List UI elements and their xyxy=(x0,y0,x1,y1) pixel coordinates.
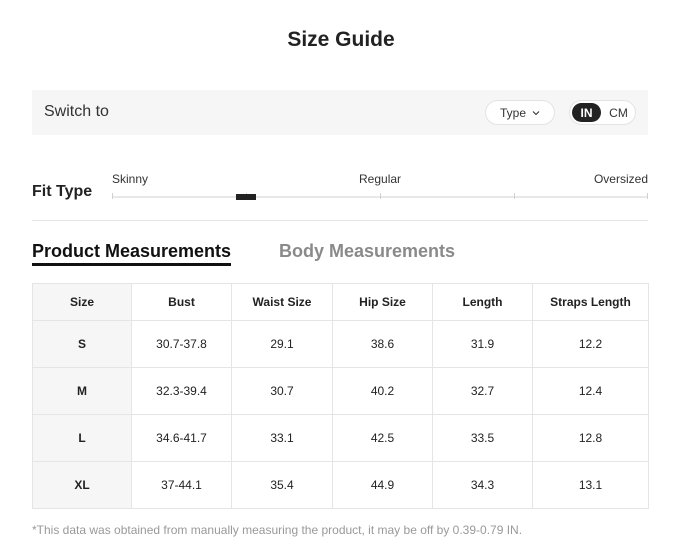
table-cell: 12.8 xyxy=(532,414,649,462)
fit-scale-tick xyxy=(112,193,113,199)
table-cell: 13.1 xyxy=(532,461,649,509)
table-cell: 38.6 xyxy=(332,320,433,368)
fit-scale-tick xyxy=(514,193,515,199)
table-cell: 37-44.1 xyxy=(131,461,232,509)
section-divider xyxy=(32,220,648,221)
table-row: M 32.3-39.4 30.7 40.2 32.7 12.4 xyxy=(32,367,649,415)
fit-scale-marker xyxy=(236,194,256,200)
table-cell: 40.2 xyxy=(332,367,433,415)
column-header: Size xyxy=(32,283,132,321)
type-dropdown[interactable]: Type xyxy=(485,100,555,125)
column-header: Length xyxy=(432,283,533,321)
tab-product-measurements[interactable]: Product Measurements xyxy=(32,241,231,262)
table-cell: 32.3-39.4 xyxy=(131,367,232,415)
table-cell: 30.7-37.8 xyxy=(131,320,232,368)
fit-scale-tick xyxy=(380,193,381,199)
measurement-footnote: *This data was obtained from manually me… xyxy=(32,523,523,537)
unit-toggle: IN CM xyxy=(569,100,636,125)
chevron-down-icon xyxy=(532,110,540,115)
column-header: Bust xyxy=(131,283,232,321)
column-header: Hip Size xyxy=(332,283,433,321)
unit-switch-bar: Switch to Type IN CM xyxy=(32,90,648,135)
unit-cm-button[interactable]: CM xyxy=(604,103,633,122)
column-header: Waist Size xyxy=(231,283,333,321)
size-cell: S xyxy=(32,320,132,368)
type-dropdown-label: Type xyxy=(499,105,526,120)
fit-option-regular: Regular xyxy=(359,172,402,186)
size-table: Size Bust Waist Size Hip Size Length Str… xyxy=(32,283,649,509)
fit-option-skinny: Skinny xyxy=(112,172,149,186)
size-cell: M xyxy=(32,367,132,415)
table-cell: 33.5 xyxy=(432,414,533,462)
switch-to-label: Switch to xyxy=(44,103,109,120)
active-tab-underline xyxy=(32,263,231,266)
column-header: Straps Length xyxy=(532,283,649,321)
table-row: XL 37-44.1 35.4 44.9 34.3 13.1 xyxy=(32,461,649,509)
table-cell: 35.4 xyxy=(231,461,333,509)
table-cell: 32.7 xyxy=(432,367,533,415)
table-header-row: Size Bust Waist Size Hip Size Length Str… xyxy=(32,283,649,321)
table-cell: 33.1 xyxy=(231,414,333,462)
table-cell: 34.3 xyxy=(432,461,533,509)
table-cell: 44.9 xyxy=(332,461,433,509)
fit-scale-tick xyxy=(647,193,648,199)
table-cell: 12.2 xyxy=(532,320,649,368)
unit-in-button[interactable]: IN xyxy=(572,103,601,122)
size-cell: L xyxy=(32,414,132,462)
tab-body-measurements[interactable]: Body Measurements xyxy=(279,241,455,262)
size-cell: XL xyxy=(32,461,132,509)
table-cell: 12.4 xyxy=(532,367,649,415)
table-cell: 42.5 xyxy=(332,414,433,462)
fit-option-oversized: Oversized xyxy=(593,172,648,186)
table-row: L 34.6-41.7 33.1 42.5 33.5 12.8 xyxy=(32,414,649,462)
table-cell: 30.7 xyxy=(231,367,333,415)
page-title: Size Guide xyxy=(287,28,395,51)
table-cell: 29.1 xyxy=(231,320,333,368)
table-cell: 34.6-41.7 xyxy=(131,414,232,462)
fit-type-label: Fit Type xyxy=(32,183,93,200)
table-cell: 31.9 xyxy=(432,320,533,368)
table-row: S 30.7-37.8 29.1 38.6 31.9 12.2 xyxy=(32,320,649,368)
